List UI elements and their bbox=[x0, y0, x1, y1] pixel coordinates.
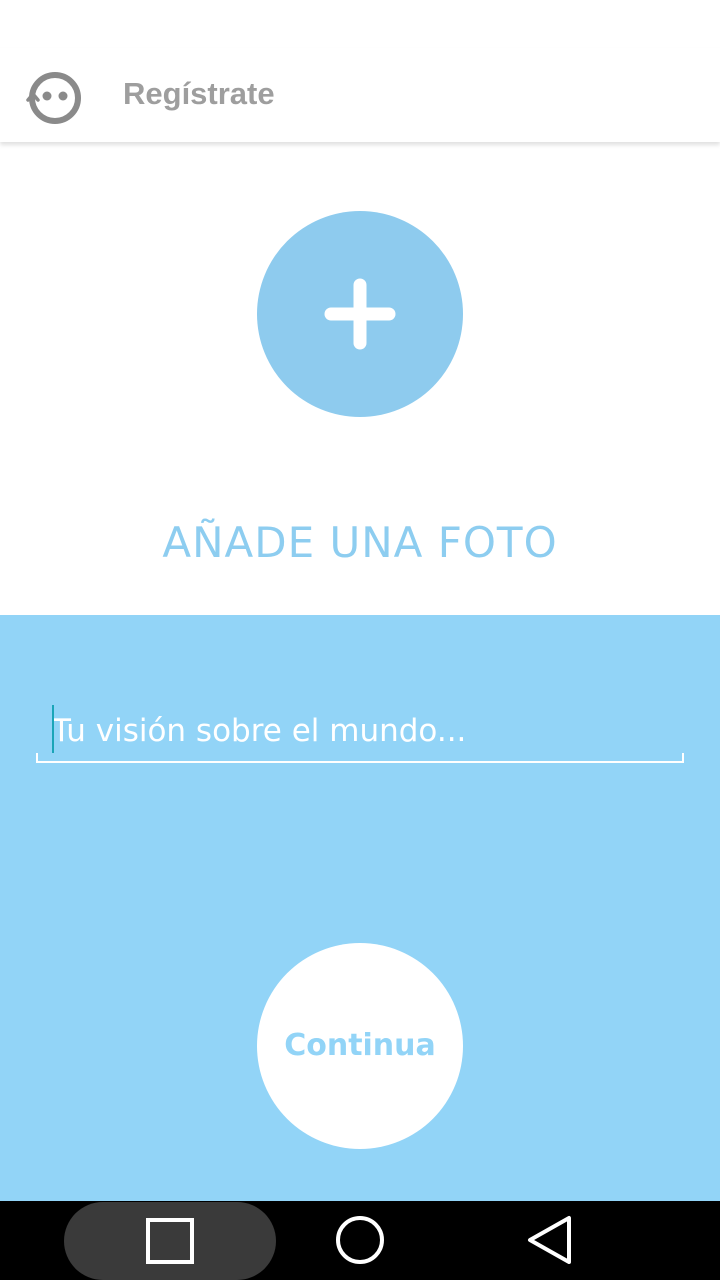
bio-field-container bbox=[36, 703, 684, 763]
text-cursor bbox=[52, 705, 54, 753]
bio-input[interactable] bbox=[52, 707, 672, 755]
continue-button[interactable]: Continua bbox=[257, 943, 463, 1149]
add-photo-button[interactable] bbox=[257, 211, 463, 417]
plus-icon bbox=[324, 278, 396, 350]
recents-button[interactable] bbox=[130, 1201, 210, 1280]
status-bar bbox=[0, 0, 720, 48]
bio-input-underline bbox=[36, 753, 684, 763]
back-button[interactable] bbox=[510, 1201, 590, 1280]
navigation-bar bbox=[0, 1201, 720, 1280]
bio-section: Continua bbox=[0, 615, 720, 1201]
home-button[interactable] bbox=[320, 1201, 400, 1280]
add-photo-label: AÑADE UNA FOTO bbox=[162, 518, 558, 567]
circle-icon bbox=[336, 1216, 384, 1264]
app-bar: Regístrate bbox=[0, 48, 720, 142]
page-title: Regístrate bbox=[123, 76, 275, 111]
triangle-back-icon bbox=[528, 1216, 571, 1264]
square-icon bbox=[146, 1218, 194, 1264]
photo-section: AÑADE UNA FOTO bbox=[0, 142, 720, 615]
mask-face-logo-icon[interactable] bbox=[24, 70, 84, 126]
continue-label: Continua bbox=[284, 1028, 436, 1063]
